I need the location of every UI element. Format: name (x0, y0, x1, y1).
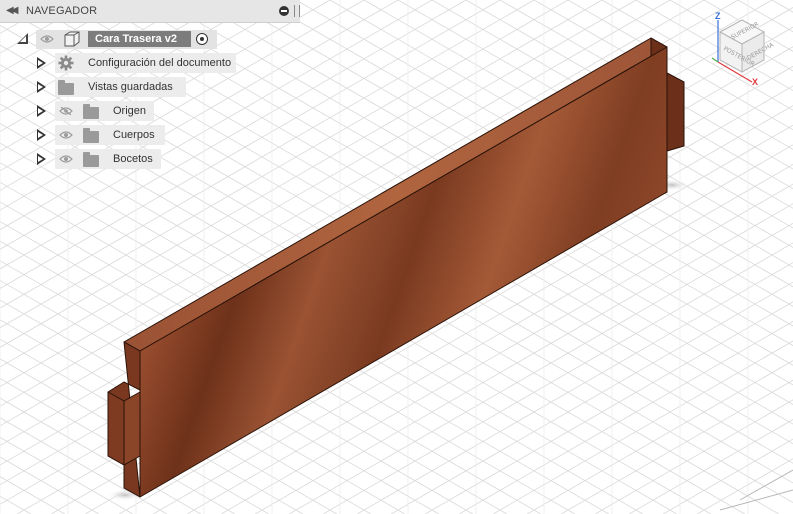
root-expand-toggle-icon[interactable] (17, 33, 28, 44)
eye-hidden-icon[interactable] (59, 107, 73, 115)
browser-panel: ◀◀ NAVEGADOR Cara Trasera v2 Configuraci… (0, 0, 302, 175)
root-visibility-eye-icon[interactable] (40, 35, 54, 43)
root-component-label[interactable]: Cara Trasera v2 (95, 33, 177, 45)
sketches-label: Bocetos (113, 153, 153, 165)
panel-grip-icon[interactable] (294, 5, 300, 17)
activate-component-radio[interactable] (196, 33, 208, 45)
eye-icon[interactable] (59, 155, 73, 163)
browser-title: NAVEGADOR (26, 5, 98, 17)
folder-icon (83, 128, 99, 143)
x-axis-label: X (752, 77, 758, 87)
y-axis-line (711, 57, 719, 63)
folder-icon (83, 104, 99, 119)
browser-header: ◀◀ NAVEGADOR (0, 0, 300, 23)
z-axis-label: Z (715, 11, 721, 21)
collapse-panel-icon[interactable]: ◀◀ (6, 5, 19, 16)
bodies-label: Cuerpos (113, 129, 155, 141)
expand-bodies-icon[interactable] (37, 129, 46, 141)
expand-sketches-icon[interactable] (37, 153, 46, 165)
minimize-panel-icon[interactable] (279, 6, 289, 16)
saved-views-label: Vistas guardadas (88, 81, 173, 93)
expand-saved-views-icon[interactable] (37, 81, 46, 93)
expand-document-settings-icon[interactable] (37, 57, 46, 69)
folder-icon (83, 152, 99, 167)
component-icon (64, 31, 80, 47)
view-cube[interactable]: Z X SUPERIOR POSTERIOR DERECHA (708, 10, 788, 90)
expand-origin-icon[interactable] (37, 105, 46, 117)
gear-icon (58, 55, 74, 71)
board-tenon-left-front (123, 391, 141, 466)
document-settings-label: Configuración del documento (88, 57, 232, 69)
origin-axes-indicator (719, 469, 793, 511)
board-tenon-left (107, 391, 125, 466)
origin-label: Origen (113, 105, 147, 117)
eye-icon[interactable] (59, 131, 73, 139)
folder-icon (58, 80, 74, 95)
